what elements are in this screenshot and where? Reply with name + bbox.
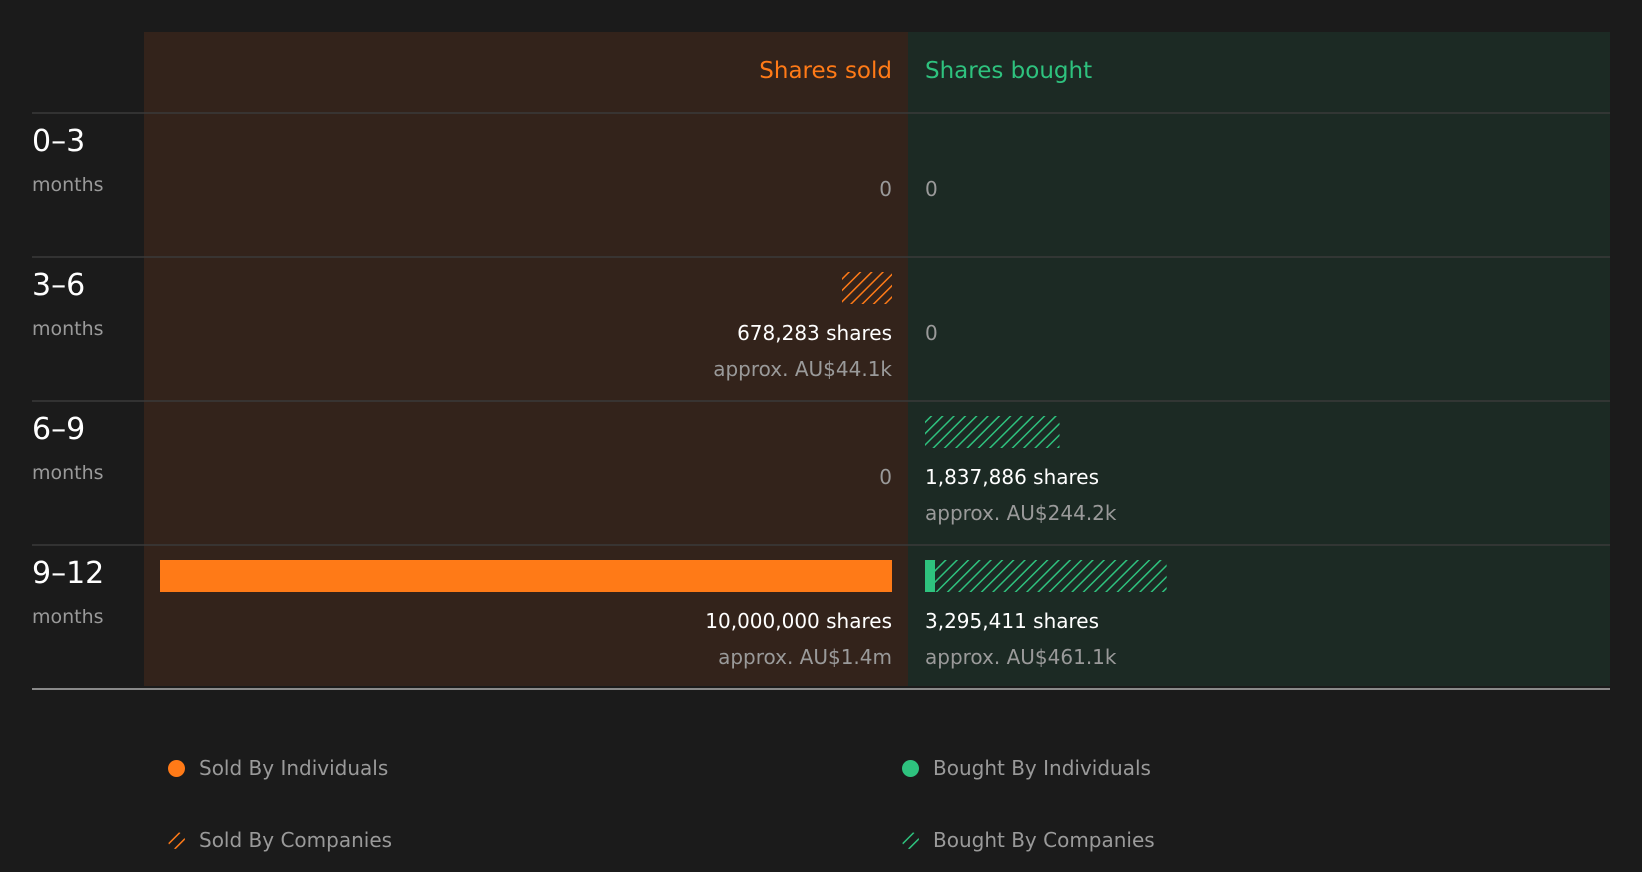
- legend-sold-companies: Sold By Companies: [168, 828, 392, 852]
- bought-shares-label: 3,295,411 shares: [925, 609, 1099, 633]
- legend-bought-companies: Bought By Companies: [902, 828, 1155, 852]
- legend-dot-icon: [168, 759, 185, 777]
- sold-companies-bar: [842, 272, 892, 304]
- period-label: 9–12: [32, 556, 104, 591]
- period-unit-label: months: [32, 606, 104, 628]
- legend-label: Sold By Individuals: [199, 756, 389, 780]
- bought-value-label: approx. AU$461.1k: [925, 645, 1117, 669]
- bought-individuals-bar: [925, 560, 935, 592]
- period-unit-label: months: [32, 318, 104, 340]
- sold-value-label: approx. AU$1.4m: [718, 645, 892, 669]
- bought-shares-label: 0: [925, 177, 938, 201]
- legend: Sold By Individuals Bought By Individual…: [0, 700, 1642, 872]
- sold-header: Shares sold: [759, 58, 892, 84]
- period-unit-label: months: [32, 462, 104, 484]
- insider-trading-chart: Shares sold Shares bought 0–3 months 0 0 3–6…: [32, 32, 1610, 690]
- legend-hatch-icon: [902, 831, 919, 849]
- sold-shares-label: 0: [879, 465, 892, 489]
- bought-value-label: approx. AU$244.2k: [925, 501, 1117, 525]
- sold-value-label: approx. AU$44.1k: [713, 357, 892, 381]
- bought-companies-bar: [925, 416, 1060, 448]
- period-label: 3–6: [32, 268, 85, 303]
- sold-individuals-bar: [160, 560, 892, 592]
- sold-shares-label: 678,283 shares: [737, 321, 892, 345]
- legend-label: Bought By Companies: [933, 828, 1155, 852]
- legend-dot-icon: [902, 759, 919, 777]
- period-label: 6–9: [32, 412, 85, 447]
- bought-shares-label: 1,837,886 shares: [925, 465, 1099, 489]
- sold-shares-label: 10,000,000 shares: [705, 609, 892, 633]
- period-unit-label: months: [32, 174, 104, 196]
- legend-hatch-icon: [168, 831, 185, 849]
- legend-bought-individuals: Bought By Individuals: [902, 756, 1151, 780]
- bought-companies-bar: [935, 560, 1167, 592]
- sold-shares-label: 0: [879, 177, 892, 201]
- legend-sold-individuals: Sold By Individuals: [168, 756, 388, 780]
- legend-label: Bought By Individuals: [933, 756, 1151, 780]
- legend-label: Sold By Companies: [199, 828, 393, 852]
- period-label: 0–3: [32, 124, 85, 159]
- bought-header: Shares bought: [925, 58, 1092, 84]
- bought-shares-label: 0: [925, 321, 938, 345]
